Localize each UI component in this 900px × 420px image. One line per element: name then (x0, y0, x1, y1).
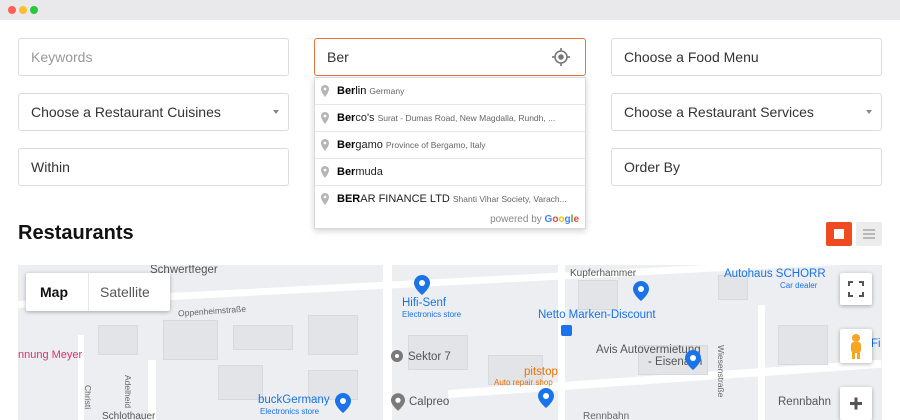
fullscreen-icon (848, 281, 864, 297)
street-label: Rennbahn (778, 396, 832, 408)
suggestion-rest: muda (355, 166, 383, 178)
suggestion-secondary: Shanti Vihar Society, Varach... (452, 194, 567, 204)
suggestion-item[interactable]: Bermuda (315, 159, 585, 186)
food-menu-field[interactable]: Choose a Food Menu (611, 38, 882, 76)
keywords-placeholder: Keywords (31, 49, 93, 65)
suggestion-rest: co's (355, 112, 375, 124)
grid-view-icon (834, 229, 844, 239)
fullscreen-button[interactable] (840, 273, 872, 305)
shop-pin-icon[interactable] (414, 275, 430, 295)
poi-label: nnung Meyer (18, 349, 83, 361)
shop-pin-icon[interactable] (335, 393, 351, 413)
food-menu-label: Choose a Food Menu (624, 49, 759, 65)
map-label: Schlothauer (102, 411, 156, 420)
map-type-control: Map Satellite (26, 273, 170, 311)
poi-sub-label: Electronics store (402, 310, 462, 319)
map-pin-icon (321, 112, 329, 124)
location-input[interactable]: Ber (314, 38, 586, 76)
map-type-satellite-button[interactable]: Satellite (100, 273, 150, 311)
suggestion-match: Ber (337, 85, 356, 97)
poi-label: Fi (871, 338, 881, 350)
map-pin-icon (321, 85, 329, 97)
locate-me-icon[interactable] (551, 47, 571, 67)
street-label: Adelheid (123, 375, 133, 409)
suggestion-secondary: Germany (369, 86, 405, 96)
suggestion-match: BER (337, 193, 361, 205)
suggestion-match: Ber (337, 166, 356, 178)
street-label: Wiesenstraße (716, 345, 726, 398)
autocomplete-dropdown: Berlin Germany Berco's Surat - Dumas Road,… (314, 77, 586, 229)
maximize-window-button[interactable] (30, 6, 38, 14)
location-value: Ber (327, 49, 349, 65)
plus-icon (850, 397, 862, 410)
map-view[interactable]: Schwertfeger Oppenheimstraße Kupferhamme… (18, 265, 882, 420)
pegman-icon (851, 334, 861, 359)
map-label: Kupferhammer (570, 268, 637, 279)
poi-sub-label: Car dealer (780, 281, 818, 290)
poi-label: Autohaus SCHORR (724, 268, 826, 280)
order-by-label: Order By (624, 159, 681, 175)
car-rental-pin-icon[interactable] (685, 350, 701, 370)
place-icon[interactable] (390, 349, 404, 363)
within-field[interactable]: Within (18, 148, 289, 186)
street-label: Oppenheimstraße (177, 303, 247, 319)
street-view-pegman-button[interactable] (840, 329, 872, 363)
suggestion-item[interactable]: BERAR FINANCE LTD Shanti Vihar Society, V… (315, 186, 585, 213)
suggestion-match: Ber (337, 112, 356, 124)
suggestion-rest: lin (355, 85, 367, 97)
services-select[interactable]: Choose a Restaurant Services (611, 93, 882, 131)
suggestion-secondary: Province of Bergamo, Italy (385, 140, 486, 150)
grocery-pin-icon[interactable] (633, 281, 649, 301)
poi-label: Netto Marken-Discount (538, 309, 656, 321)
within-label: Within (31, 159, 70, 175)
chevron-down-icon (273, 110, 279, 114)
poi-sub-label: Electronics store (260, 407, 320, 416)
poi-sub-label: Auto repair shop (494, 378, 553, 387)
map-pin-icon (321, 139, 329, 151)
poi-label: buckGermany (258, 394, 330, 406)
list-view-button[interactable] (856, 222, 882, 246)
map-pin-icon (321, 193, 329, 205)
poi-label: Sektor 7 (408, 351, 451, 363)
minimize-window-button[interactable] (19, 6, 27, 14)
repair-pin-icon[interactable] (538, 388, 554, 408)
poi-label: Calpreo (409, 396, 450, 408)
section-title: Restaurants (18, 222, 134, 244)
suggestion-rest: gamo (355, 139, 383, 151)
poi-label: pitstop (524, 366, 558, 378)
grid-view-button[interactable] (826, 222, 852, 246)
suggestion-match: Ber (337, 139, 356, 151)
chevron-down-icon (866, 110, 872, 114)
cuisines-label: Choose a Restaurant Cuisines (31, 104, 221, 120)
services-label: Choose a Restaurant Services (624, 104, 814, 120)
bus-stop-icon[interactable] (561, 325, 572, 336)
suggestion-rest: AR FINANCE LTD (360, 193, 450, 205)
google-logo: Google (544, 214, 579, 225)
powered-by-google: powered by Google (490, 214, 579, 225)
zoom-in-button[interactable] (840, 387, 872, 420)
street-label: Christi (83, 385, 93, 410)
order-by-field[interactable]: Order By (611, 148, 882, 186)
suggestion-item[interactable]: Berlin Germany (315, 78, 585, 105)
map-pin-icon (321, 166, 329, 178)
map-type-map-button[interactable]: Map (40, 273, 68, 311)
keywords-input[interactable]: Keywords (18, 38, 289, 76)
cuisines-select[interactable]: Choose a Restaurant Cuisines (18, 93, 289, 131)
close-window-button[interactable] (8, 6, 16, 14)
suggestion-secondary: Surat - Dumas Road, New Magdalla, Rundh,… (377, 113, 556, 123)
place-pin-icon[interactable] (391, 393, 405, 411)
poi-label: Hifi-Senf (402, 297, 447, 309)
window-titlebar (0, 0, 900, 20)
street-label: Rennbahn (583, 411, 630, 420)
suggestion-item[interactable]: Bergamo Province of Bergamo, Italy (315, 132, 585, 159)
powered-by-text: powered by (490, 214, 542, 225)
suggestion-item[interactable]: Berco's Surat - Dumas Road, New Magdalla,… (315, 105, 585, 132)
